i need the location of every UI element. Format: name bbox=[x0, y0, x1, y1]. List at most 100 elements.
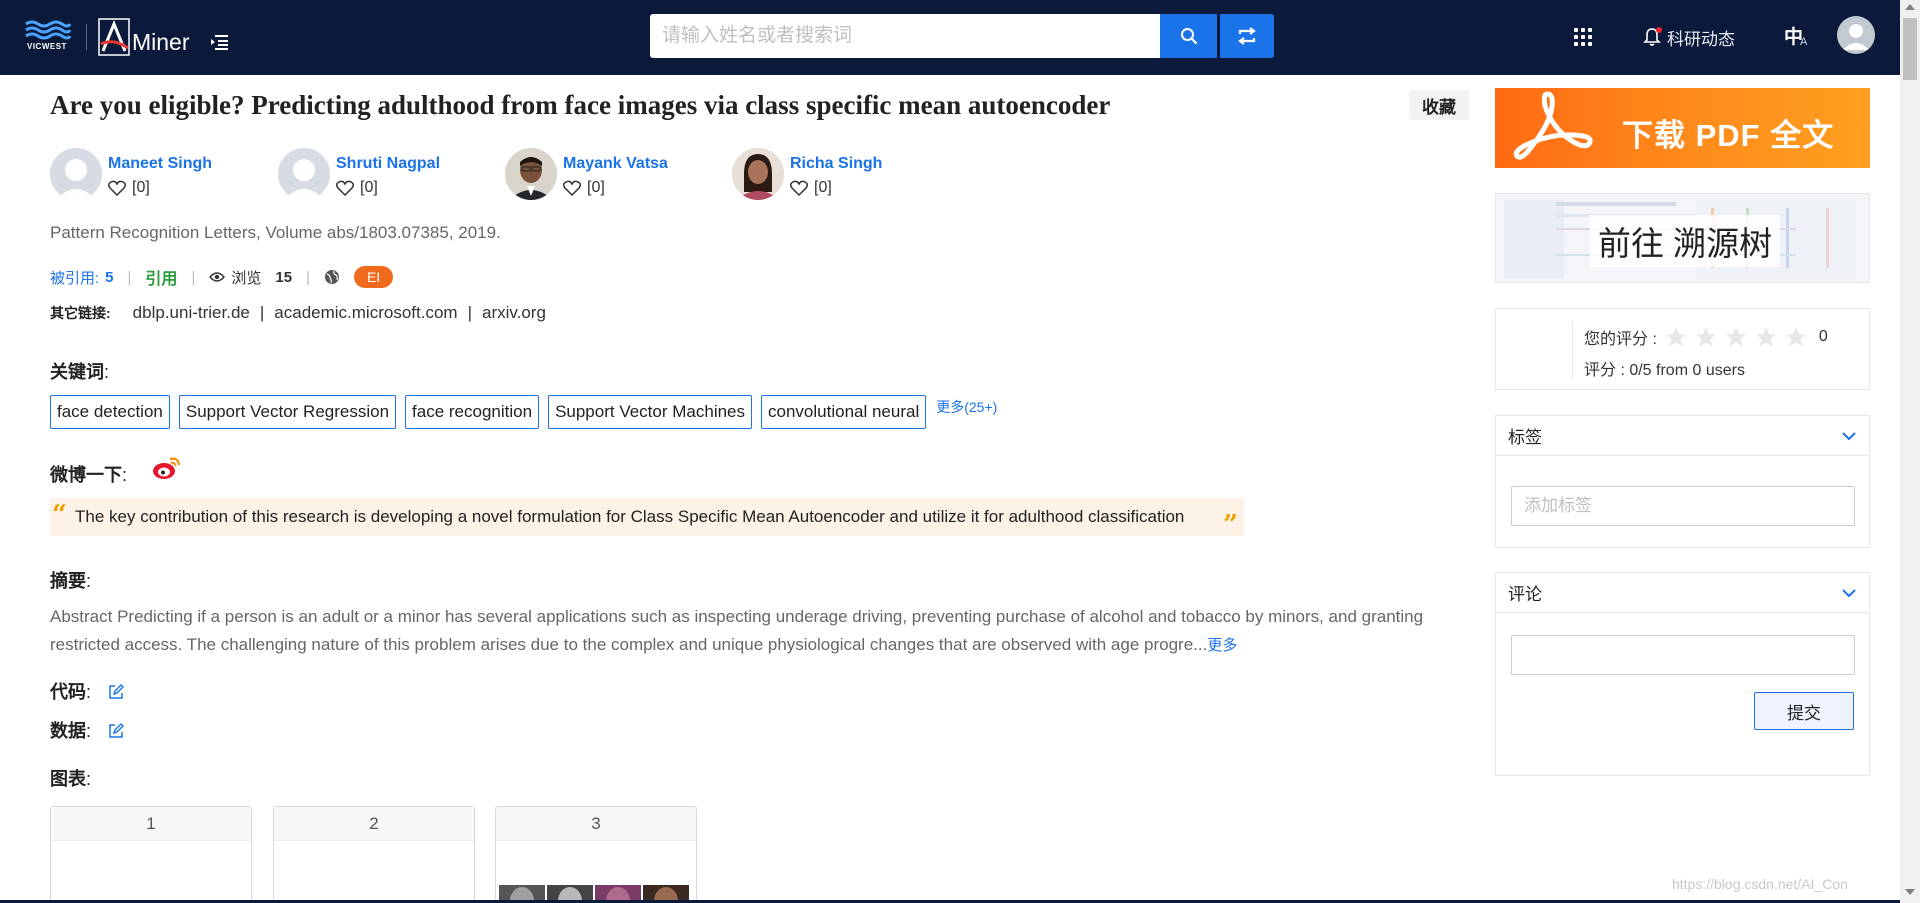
author-name[interactable]: Mayank Vatsa bbox=[563, 154, 668, 174]
aminer-logo[interactable]: Miner bbox=[98, 18, 190, 56]
stats-divider: | bbox=[191, 268, 196, 286]
edit-code-icon[interactable] bbox=[108, 684, 125, 700]
collect-button[interactable]: 收藏 bbox=[1409, 90, 1469, 120]
abstract-more-link[interactable]: 更多 bbox=[1207, 637, 1237, 654]
author-avatar[interactable] bbox=[50, 148, 102, 200]
keyword-tag[interactable]: Support Vector Regression bbox=[178, 395, 397, 429]
code-heading: 代码: bbox=[50, 678, 125, 704]
author-photo-image bbox=[732, 148, 784, 200]
language-switch-icon[interactable]: 中 A bbox=[1784, 22, 1814, 50]
swap-icon bbox=[1238, 27, 1256, 45]
author-photo[interactable] bbox=[732, 148, 784, 200]
star-icon[interactable] bbox=[1695, 326, 1717, 348]
edit-data-icon[interactable] bbox=[108, 723, 125, 739]
cited-by-label[interactable]: 被引用: bbox=[50, 267, 99, 288]
author-like-count: [0] bbox=[587, 179, 605, 196]
abstract-body: Abstract Predicting if a person is an ad… bbox=[50, 603, 1470, 660]
comments-panel-header[interactable]: 评论 bbox=[1496, 573, 1869, 613]
author-name[interactable]: Maneet Singh bbox=[108, 154, 212, 174]
menu-fold-icon[interactable] bbox=[211, 34, 229, 50]
heart-icon[interactable] bbox=[336, 180, 354, 196]
rating-panel: 您的评分 : 0 评分 : 0/5 from 0 users bbox=[1495, 308, 1870, 390]
cite-button[interactable]: 引用 bbox=[145, 265, 177, 289]
author-photo-image bbox=[505, 148, 557, 200]
author-photo[interactable] bbox=[505, 148, 557, 200]
author-avatar[interactable] bbox=[278, 148, 330, 200]
keyword-tag[interactable]: face recognition bbox=[405, 395, 540, 429]
aminer-logo-mark bbox=[98, 18, 130, 56]
author-name[interactable]: Richa Singh bbox=[790, 154, 882, 174]
vicwest-logo[interactable]: VICWEST bbox=[24, 18, 72, 54]
views-count: 15 bbox=[275, 268, 293, 286]
star-icon[interactable] bbox=[1665, 326, 1687, 348]
data-label: 数据 bbox=[50, 721, 86, 741]
external-link-arxiv[interactable]: arxiv.org bbox=[482, 303, 546, 323]
keywords-more-link[interactable]: 更多(25+) bbox=[936, 397, 997, 417]
vicwest-logo-text: VICWEST bbox=[27, 42, 67, 51]
eye-icon bbox=[209, 272, 226, 282]
download-pdf-banner[interactable]: 下载 PDF 全文 bbox=[1495, 88, 1870, 168]
paper-venue: Pattern Recognition Letters, Volume abs/… bbox=[50, 223, 501, 242]
submit-comment-button[interactable]: 提交 bbox=[1754, 692, 1854, 730]
external-link-dblp[interactable]: dblp.uni-trier.de bbox=[133, 303, 250, 323]
apps-grid-icon[interactable] bbox=[1574, 28, 1592, 46]
heart-icon[interactable] bbox=[108, 180, 126, 196]
star-icon[interactable] bbox=[1725, 326, 1747, 348]
heart-icon[interactable] bbox=[563, 180, 581, 196]
author-like-count: [0] bbox=[132, 179, 150, 196]
abstract-heading: 摘要: bbox=[50, 571, 92, 591]
figures-label: 图表 bbox=[50, 769, 86, 789]
your-rating-label: 您的评分 : bbox=[1584, 331, 1657, 348]
views-label: 浏览 bbox=[231, 269, 262, 287]
close-quote-icon: ” bbox=[1223, 510, 1238, 540]
trace-tree-label: 前往 溯源树 bbox=[1590, 215, 1781, 267]
scroll-up-arrow-icon[interactable] bbox=[1905, 4, 1915, 10]
scroll-down-arrow-icon[interactable] bbox=[1905, 889, 1915, 895]
keyword-tag[interactable]: face detection bbox=[50, 395, 170, 429]
tags-panel-header[interactable]: 标签 bbox=[1496, 416, 1869, 456]
star-icon[interactable] bbox=[1755, 326, 1777, 348]
heart-icon[interactable] bbox=[790, 180, 808, 196]
figure-card[interactable]: 3 bbox=[495, 806, 697, 903]
add-tag-input[interactable] bbox=[1511, 486, 1855, 526]
weibo-icon[interactable] bbox=[152, 455, 182, 481]
author-card: Mayank Vatsa [0] bbox=[505, 148, 668, 202]
scroll-thumb[interactable] bbox=[1903, 18, 1917, 80]
rating-summary: 评分 : 0/5 from 0 users bbox=[1584, 362, 1745, 379]
abstract-label: 摘要 bbox=[50, 571, 86, 591]
chevron-down-icon[interactable] bbox=[1841, 431, 1857, 441]
star-icon[interactable] bbox=[1785, 326, 1807, 348]
other-links-label: 其它链接: bbox=[50, 305, 111, 321]
keyword-list: face detection Support Vector Regression… bbox=[50, 395, 997, 429]
page-scrollbar[interactable] bbox=[1900, 0, 1920, 903]
comment-input[interactable] bbox=[1511, 635, 1855, 675]
search-button[interactable] bbox=[1160, 14, 1217, 58]
figure-card[interactable]: 1 bbox=[50, 806, 252, 903]
your-rating-value: 0 bbox=[1818, 328, 1828, 345]
adobe-pdf-icon bbox=[1513, 91, 1593, 160]
comments-panel: 评论 提交 bbox=[1495, 572, 1870, 776]
keywords-label: 关键词 bbox=[50, 362, 104, 382]
link-divider: | bbox=[259, 303, 265, 322]
default-avatar-icon bbox=[50, 148, 102, 200]
switch-search-button[interactable] bbox=[1220, 14, 1274, 58]
trace-tree-banner[interactable]: 前往 溯源树 bbox=[1495, 193, 1870, 283]
comments-panel-title: 评论 bbox=[1508, 585, 1542, 604]
search-input[interactable] bbox=[650, 14, 1160, 58]
author-card: Richa Singh [0] bbox=[732, 148, 882, 202]
globe-icon[interactable] bbox=[324, 269, 340, 285]
user-avatar[interactable] bbox=[1837, 16, 1875, 54]
research-news-link[interactable]: 科研动态 bbox=[1643, 24, 1735, 50]
keyword-tag[interactable]: convolutional neural bbox=[761, 395, 927, 429]
external-link-microsoft[interactable]: academic.microsoft.com bbox=[274, 303, 457, 323]
cited-by-count[interactable]: 5 bbox=[105, 269, 113, 286]
author-name[interactable]: Shruti Nagpal bbox=[336, 154, 440, 174]
keyword-tag[interactable]: Support Vector Machines bbox=[548, 395, 753, 429]
keywords-heading: 关键词: bbox=[50, 362, 110, 382]
open-quote-icon: “ bbox=[52, 500, 67, 530]
figure-card[interactable]: 2 bbox=[273, 806, 475, 903]
rating-stars[interactable] bbox=[1665, 326, 1815, 348]
user-avatar-icon bbox=[1843, 24, 1869, 50]
notification-dot bbox=[1656, 27, 1662, 33]
chevron-down-icon[interactable] bbox=[1841, 588, 1857, 598]
